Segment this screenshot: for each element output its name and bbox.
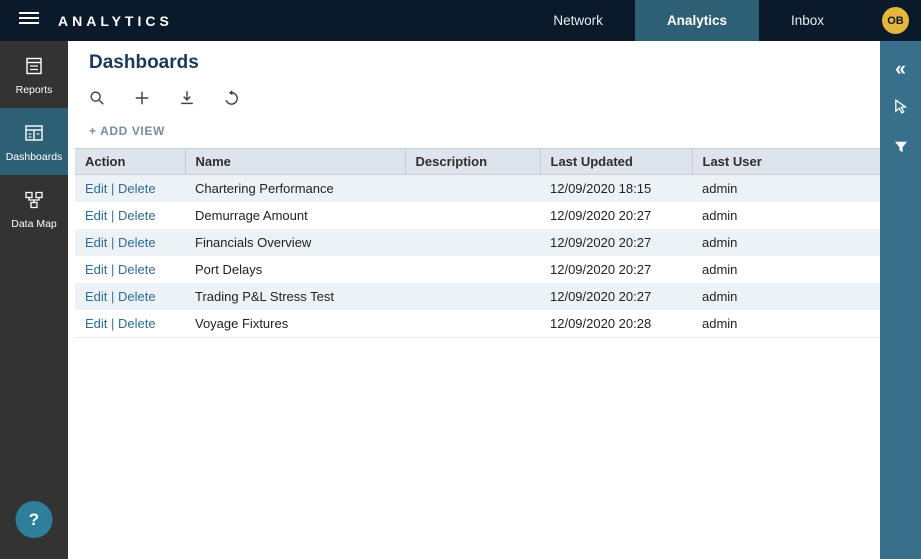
action-separator: | [111,181,114,196]
action-cell: Edit | Delete [75,283,185,310]
action-cell: Edit | Delete [75,256,185,283]
tab-analytics[interactable]: Analytics [635,0,759,41]
column-header-last-updated[interactable]: Last Updated [540,149,692,175]
row-last-user: admin [692,256,880,283]
collapse-icon: « [895,60,906,79]
delete-link[interactable]: Delete [118,262,156,277]
analytics-app: ANALYTICS Network Analytics Inbox OB Rep… [0,0,921,559]
action-separator: | [111,208,114,223]
tab-network[interactable]: Network [521,0,635,41]
table-row: Edit | Delete Port Delays 12/09/2020 20:… [75,256,880,283]
help-button[interactable]: ? [16,501,53,538]
edit-link[interactable]: Edit [85,262,107,277]
table-header-row: Action Name Description Last Updated Las… [75,149,880,175]
row-last-updated: 12/09/2020 20:27 [540,229,692,256]
column-header-description[interactable]: Description [405,149,540,175]
delete-link[interactable]: Delete [118,316,156,331]
hamburger-icon [19,11,39,30]
sidebar-item-label: Reports [16,84,53,96]
column-header-action[interactable]: Action [75,149,185,175]
pointer-tool-button[interactable] [880,89,921,129]
action-separator: | [111,316,114,331]
row-name: Trading P&L Stress Test [185,283,405,310]
row-description [405,229,540,256]
edit-link[interactable]: Edit [85,289,107,304]
action-cell: Edit | Delete [75,310,185,338]
action-cell: Edit | Delete [75,175,185,203]
add-icon[interactable] [133,89,151,107]
delete-link[interactable]: Delete [118,208,156,223]
action-cell: Edit | Delete [75,229,185,256]
edit-link[interactable]: Edit [85,181,107,196]
dashboards-table: Action Name Description Last Updated Las… [75,148,880,338]
table-row: Edit | Delete Trading P&L Stress Test 12… [75,283,880,310]
row-description [405,202,540,229]
user-avatar[interactable]: OB [882,7,909,34]
column-header-last-user[interactable]: Last User [692,149,880,175]
top-navigation: Network Analytics Inbox [521,0,856,41]
table-row: Edit | Delete Chartering Performance 12/… [75,175,880,203]
delete-link[interactable]: Delete [118,235,156,250]
left-sidebar: Reports Dashboards Data Map ? [0,41,68,559]
row-last-user: admin [692,175,880,203]
sidebar-item-dashboards[interactable]: Dashboards [0,108,68,175]
search-icon[interactable] [88,89,106,107]
action-cell: Edit | Delete [75,202,185,229]
row-last-updated: 12/09/2020 18:15 [540,175,692,203]
row-description [405,283,540,310]
reports-icon [23,55,45,77]
page-title: Dashboards [68,41,880,74]
topbar: ANALYTICS Network Analytics Inbox OB [0,0,921,41]
hamburger-menu-button[interactable] [0,0,58,41]
row-name: Financials Overview [185,229,405,256]
action-separator: | [111,262,114,277]
row-description [405,310,540,338]
row-last-user: admin [692,229,880,256]
action-separator: | [111,235,114,250]
pointer-icon [892,98,909,120]
filter-button[interactable] [880,129,921,169]
action-separator: | [111,289,114,304]
delete-link[interactable]: Delete [118,181,156,196]
row-last-updated: 12/09/2020 20:27 [540,283,692,310]
collapse-panel-button[interactable]: « [880,49,921,89]
row-last-updated: 12/09/2020 20:28 [540,310,692,338]
table-row: Edit | Delete Financials Overview 12/09/… [75,229,880,256]
sidebar-item-reports[interactable]: Reports [0,41,68,108]
sidebar-item-data-map[interactable]: Data Map [0,175,68,242]
edit-link[interactable]: Edit [85,208,107,223]
toolbar [68,74,880,107]
row-name: Port Delays [185,256,405,283]
download-icon[interactable] [178,89,196,107]
row-description [405,256,540,283]
edit-link[interactable]: Edit [85,235,107,250]
row-last-updated: 12/09/2020 20:27 [540,256,692,283]
dashboards-icon [23,122,45,144]
row-last-user: admin [692,283,880,310]
reset-icon[interactable] [223,89,241,107]
row-description [405,175,540,203]
right-sidebar: « [880,41,921,559]
row-last-user: admin [692,310,880,338]
main-content: Dashboards + ADD VIEW Action [68,41,880,559]
table-body: Edit | Delete Chartering Performance 12/… [75,175,880,338]
column-header-name[interactable]: Name [185,149,405,175]
row-name: Chartering Performance [185,175,405,203]
data-map-icon [23,189,45,211]
row-name: Demurrage Amount [185,202,405,229]
edit-link[interactable]: Edit [85,316,107,331]
sidebar-item-label: Dashboards [6,151,63,163]
add-view-button[interactable]: + ADD VIEW [89,124,165,138]
delete-link[interactable]: Delete [118,289,156,304]
tab-inbox[interactable]: Inbox [759,0,856,41]
filter-icon [893,139,909,160]
table-row: Edit | Delete Demurrage Amount 12/09/202… [75,202,880,229]
row-name: Voyage Fixtures [185,310,405,338]
table-row: Edit | Delete Voyage Fixtures 12/09/2020… [75,310,880,338]
app-title: ANALYTICS [58,0,173,41]
row-last-user: admin [692,202,880,229]
row-last-updated: 12/09/2020 20:27 [540,202,692,229]
sidebar-item-label: Data Map [11,218,57,230]
